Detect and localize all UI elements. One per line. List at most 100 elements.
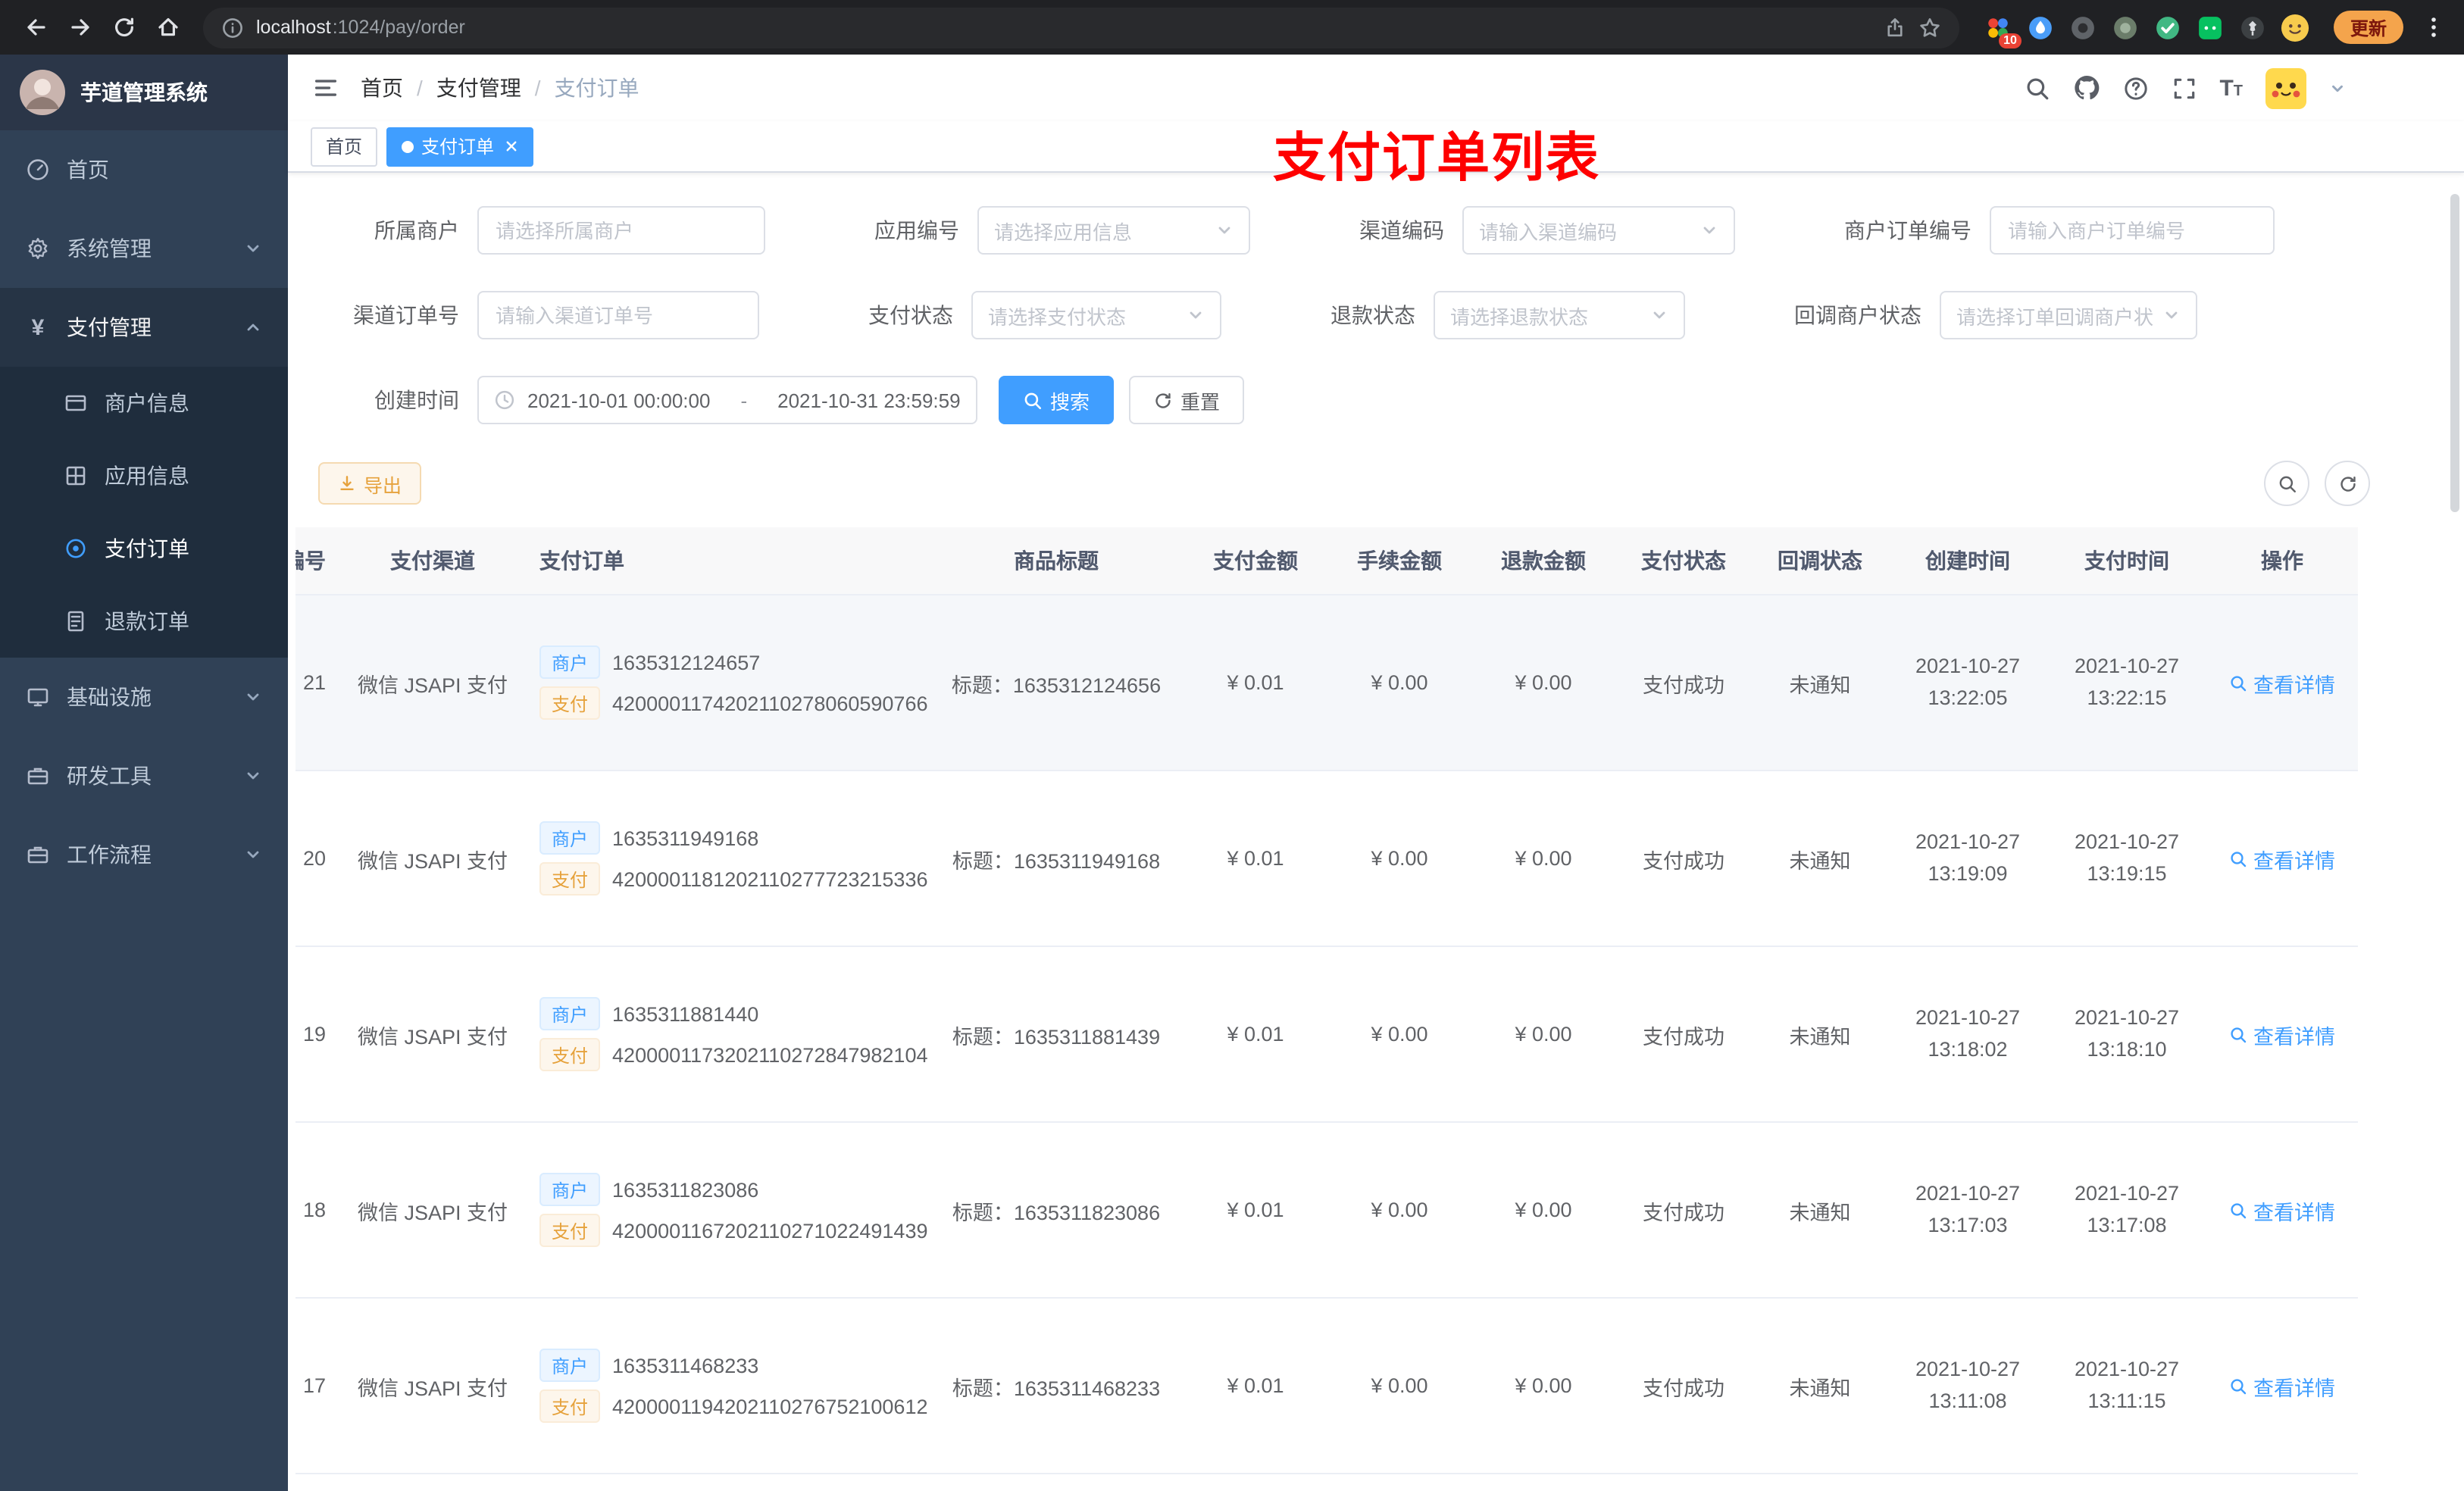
- filter-label: 支付状态: [868, 303, 953, 327]
- chat-extension-icon[interactable]: [2196, 13, 2225, 42]
- home-button[interactable]: [147, 7, 188, 48]
- close-icon[interactable]: [505, 139, 518, 153]
- search-icon[interactable]: [2024, 75, 2050, 101]
- sidebar-item-system[interactable]: 系统管理: [0, 209, 288, 288]
- browser-menu-icon[interactable]: [2419, 15, 2449, 39]
- browser-update-button[interactable]: 更新: [2333, 11, 2403, 44]
- view-detail-link[interactable]: 查看详情: [2229, 667, 2335, 698]
- reset-button[interactable]: 重置: [1129, 376, 1245, 424]
- github-icon[interactable]: [2072, 74, 2100, 102]
- back-button[interactable]: [15, 7, 56, 48]
- sidebar-item-merchant-info[interactable]: 商户信息: [0, 367, 288, 439]
- channel-code-select[interactable]: 请输入渠道编码: [1462, 206, 1735, 255]
- select-placeholder: 请选择退款状态: [1450, 305, 1589, 328]
- date-range-picker[interactable]: 2021-10-01 00:00:00 - 2021-10-31 23:59:5…: [477, 376, 977, 424]
- merchant-order-no: 1635312124657: [612, 651, 761, 674]
- cell-status: 支付成功: [1615, 771, 1752, 947]
- select-placeholder: 请选择应用信息: [994, 220, 1133, 243]
- merchant-tag: 商户: [539, 821, 601, 855]
- extension-colorful-icon[interactable]: 10: [1984, 13, 2022, 48]
- breadcrumb-separator: /: [417, 76, 423, 100]
- merchant-input[interactable]: [477, 206, 765, 255]
- table-row[interactable]: 17 微信 JSAPI 支付 商户 1635311468233 支付 4200001…: [295, 1298, 2358, 1474]
- table-row[interactable]: 19 微信 JSAPI 支付 商户 1635311881440 支付 4200001…: [295, 946, 2358, 1123]
- user-avatar[interactable]: [2265, 67, 2306, 108]
- pay-status-select[interactable]: 请选择支付状态: [971, 291, 1221, 339]
- url-path: :1024/pay/order: [332, 17, 465, 38]
- extension-dark-icon[interactable]: [2068, 13, 2097, 42]
- cell-status: [1615, 1474, 1752, 1491]
- cell-fee: ¥ 0.00: [1327, 946, 1471, 1123]
- breadcrumb-home[interactable]: 首页: [361, 73, 403, 103]
- table-row[interactable]: 商户1635311357963: [295, 1474, 2358, 1491]
- refund-status-select[interactable]: 请选择退款状态: [1434, 291, 1685, 339]
- user-caret-icon[interactable]: [2329, 80, 2346, 96]
- sidebar-item-label: 商户信息: [105, 391, 189, 415]
- profile-avatar-icon[interactable]: [2281, 13, 2309, 42]
- cell-actions: 查看详情: [2206, 946, 2358, 1123]
- view-detail-link[interactable]: 查看详情: [2229, 1195, 2335, 1225]
- app-header: 首页 / 支付管理 / 支付订单 TT: [288, 55, 2464, 121]
- view-detail-label: 查看详情: [2253, 1025, 2335, 1048]
- address-bar[interactable]: localhost:1024/pay/order: [203, 7, 1959, 48]
- refresh-button[interactable]: [2325, 461, 2370, 506]
- share-icon[interactable]: [1884, 16, 1906, 39]
- search-button[interactable]: 搜索: [999, 376, 1115, 424]
- vue-devtools-icon[interactable]: [2153, 13, 2182, 42]
- filter-callback-status: 回调商户状态 请选择订单回调商户状态: [1758, 291, 2197, 339]
- chevron-down-icon: [1650, 306, 1668, 324]
- table-row[interactable]: 18 微信 JSAPI 支付 商户 1635311823086 支付 4200001…: [295, 1122, 2358, 1299]
- sidebar-item-home[interactable]: 首页: [0, 130, 288, 209]
- toggle-search-button[interactable]: [2264, 461, 2309, 506]
- col-pay-time: 支付时间: [2047, 527, 2206, 595]
- col-fee: 手续金额: [1327, 527, 1471, 595]
- pay-order-no: 4200001174202110278060590766: [612, 692, 928, 714]
- active-tab-dot: [402, 140, 414, 152]
- cell-order: 商户 1635312124657 支付 4200001174202110278060…: [527, 595, 929, 771]
- view-detail-link[interactable]: 查看详情: [2229, 1371, 2335, 1401]
- table-row[interactable]: 20 微信 JSAPI 支付 商户 1635311949168 支付 4200001…: [295, 771, 2358, 947]
- sidebar-item-payment[interactable]: ¥ 支付管理: [0, 288, 288, 367]
- tab-home[interactable]: 首页: [311, 127, 378, 166]
- view-detail-link[interactable]: 查看详情: [2229, 1019, 2335, 1049]
- extension-blue-icon[interactable]: [2026, 13, 2055, 42]
- site-info-icon[interactable]: [221, 16, 244, 39]
- chevron-up-icon: [244, 318, 262, 336]
- sidebar-item-workflow[interactable]: 工作流程: [0, 815, 288, 894]
- channel-order-no-input[interactable]: [477, 291, 759, 339]
- cell-order: 商户 1635311823086 支付 4200001167202110271022…: [527, 1122, 929, 1299]
- breadcrumb-payment[interactable]: 支付管理: [436, 73, 521, 103]
- col-id: 编号: [295, 527, 338, 595]
- merchant-order-no-input[interactable]: [1990, 206, 2275, 255]
- tab-pay-order[interactable]: 支付订单: [386, 127, 534, 166]
- hamburger-icon[interactable]: [312, 74, 339, 102]
- sidebar-item-dev-tools[interactable]: 研发工具: [0, 736, 288, 815]
- callback-status-select[interactable]: 请选择订单回调商户状态: [1940, 291, 2197, 339]
- sidebar-item-app-info[interactable]: 应用信息: [0, 439, 288, 512]
- select-placeholder: 请选择订单回调商户状态: [1956, 305, 2153, 328]
- bookmark-star-icon[interactable]: [1918, 16, 1941, 39]
- reload-button[interactable]: [103, 7, 144, 48]
- app-no-select[interactable]: 请选择应用信息: [977, 206, 1250, 255]
- cell-refund: ¥ 0.00: [1471, 595, 1615, 771]
- font-size-icon[interactable]: TT: [2219, 75, 2243, 101]
- filter-channel-order-no: 渠道订单号: [318, 291, 759, 339]
- help-icon[interactable]: [2122, 75, 2148, 101]
- extension-olive-icon[interactable]: [2111, 13, 2140, 42]
- table-row[interactable]: 21 微信 JSAPI 支付 商户 1635312124657 支付 4200001…: [295, 595, 2358, 771]
- view-detail-link[interactable]: 查看详情: [2229, 843, 2335, 874]
- tab-label: 首页: [326, 136, 363, 158]
- forward-button[interactable]: [59, 7, 100, 48]
- pin-extension-icon[interactable]: [2238, 13, 2267, 42]
- sidebar-item-pay-order[interactable]: 支付订单: [0, 512, 288, 585]
- pay-order-no: 4200001181202110277723215336: [612, 867, 928, 890]
- app-logo[interactable]: 芋道管理系统: [0, 55, 288, 130]
- cell-channel: 微信 JSAPI 支付: [338, 1298, 527, 1474]
- sidebar-item-refund-order[interactable]: 退款订单: [0, 585, 288, 658]
- col-order: 支付订单: [527, 527, 929, 595]
- export-button[interactable]: 导出: [318, 462, 422, 505]
- sidebar-item-infrastructure[interactable]: 基础设施: [0, 658, 288, 736]
- page-scrollbar[interactable]: [2450, 194, 2459, 512]
- fullscreen-icon[interactable]: [2171, 75, 2197, 101]
- cell-notify: [1752, 1474, 1888, 1491]
